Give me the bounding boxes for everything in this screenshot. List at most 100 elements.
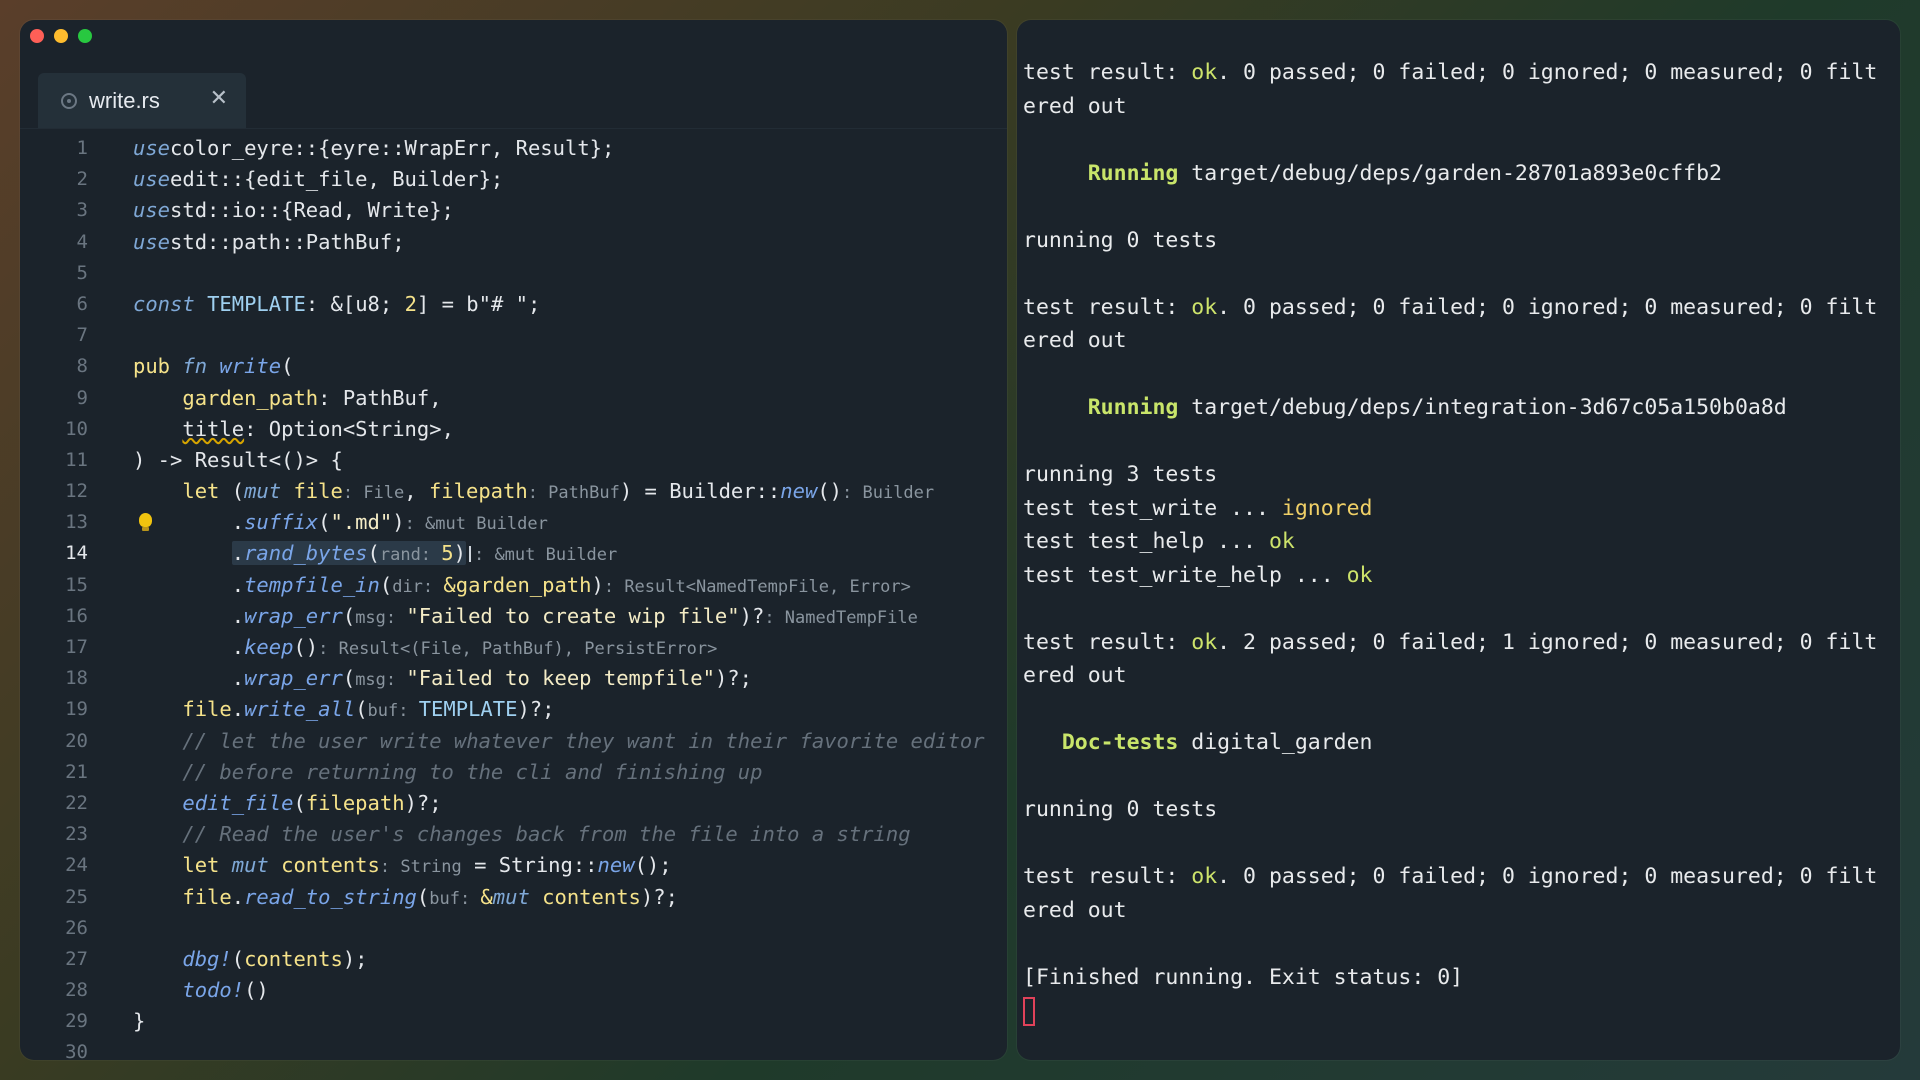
code-line[interactable]: 9 garden_path: PathBuf,	[20, 383, 1007, 414]
code-line[interactable]: 28 todo!()	[20, 975, 1007, 1006]
code-token: std::io::{Read, Write};	[170, 198, 454, 223]
code-line[interactable]: 2 useedit::{edit_file, Builder};	[20, 164, 1007, 195]
line-number: 10	[65, 417, 88, 440]
code-token: ".md"	[330, 510, 393, 535]
code-line[interactable]: 21 // before returning to the cli and fi…	[20, 757, 1007, 788]
code-line[interactable]: 7	[20, 320, 1007, 351]
code-line[interactable]: 24 let mut contents: String = String::ne…	[20, 850, 1007, 881]
code-line[interactable]: 5	[20, 258, 1007, 289]
terminal-text: test result:	[1023, 60, 1192, 85]
tab-bar: write.rs ✕	[20, 70, 1007, 129]
code-token: : &[	[305, 291, 356, 316]
code-text: }	[133, 1006, 145, 1037]
line-number: 1	[76, 137, 88, 159]
code-line[interactable]: 25 file.read_to_string(buf: &mut content…	[20, 882, 1007, 913]
code-token: )	[392, 510, 405, 535]
code-token: contents	[244, 946, 343, 971]
code-token: use	[133, 229, 171, 254]
terminal-line: [Finished running. Exit status: 0]	[1023, 961, 1894, 995]
line-number: 29	[65, 1010, 88, 1033]
status-label: Running	[1087, 160, 1179, 186]
code-token: filepath	[305, 790, 405, 815]
code-line[interactable]: 22 edit_file(filepath)?;	[20, 788, 1007, 819]
code-line[interactable]: 19 file.write_all(buf: TEMPLATE)?;	[20, 694, 1007, 725]
code-token: let	[182, 853, 232, 878]
code-text: let mut contents: String = String::new()…	[133, 850, 671, 883]
code-token: TEMPLATE	[418, 697, 518, 722]
code-token: .	[133, 635, 245, 659]
terminal-text: ered out	[1023, 663, 1127, 688]
code-token: ) = Builder::	[619, 479, 781, 504]
code-line[interactable]: 18 .wrap_err(msg: "Failed to keep tempfi…	[20, 663, 1007, 694]
terminal-text: test result:	[1023, 294, 1192, 320]
code-line[interactable]: 17 .keep(): Result<(File, PathBuf), Pers…	[20, 632, 1007, 663]
code-token: mut	[231, 853, 269, 878]
code-line[interactable]: 13 .suffix(".md"): &mut Builder	[20, 507, 1007, 538]
code-token: tempfile_in	[244, 572, 380, 597]
code-text: dbg!(contents);	[133, 944, 367, 975]
close-icon[interactable]: ✕	[210, 86, 228, 111]
terminal-window[interactable]: test result: ok . 0 passed; 0 failed; 0 i…	[1017, 20, 1900, 1060]
code-token: .	[133, 572, 245, 597]
code-line[interactable]: 12 let (mut file: File, filepath: PathBu…	[20, 476, 1007, 507]
line-number: 19	[65, 698, 88, 721]
code-token: : &mut Builder	[404, 514, 548, 535]
code-line[interactable]: 3 usestd::io::{Read, Write};	[20, 195, 1007, 226]
code-line[interactable]: 6 const TEMPLATE: &[u8; 2] = b"# ";	[20, 289, 1007, 320]
code-text: edit_file(filepath)?;	[133, 788, 441, 819]
code-token: 5	[441, 541, 454, 566]
code-line[interactable]: 29}	[20, 1006, 1007, 1037]
terminal-text: . 0 passed; 0 failed; 0 ignored; 0 measu…	[1217, 294, 1878, 320]
text-cursor-icon	[468, 546, 471, 563]
status-ok: ok	[1268, 529, 1295, 554]
code-line[interactable]: 16 .wrap_err(msg: "Failed to create wip …	[20, 601, 1007, 632]
tab-write-rs[interactable]: write.rs ✕	[38, 73, 246, 128]
code-token: )?;	[714, 666, 752, 691]
code-token: file	[293, 479, 343, 504]
code-line[interactable]: 20 // let the user write whatever they w…	[20, 726, 1007, 757]
code-line[interactable]: 30	[20, 1037, 1007, 1060]
code-token: ] = b"# ";	[416, 291, 541, 316]
code-text: const TEMPLATE: &[u8; 2] = b"# ";	[133, 289, 540, 320]
code-line[interactable]: 1 usecolor_eyre::{eyre::WrapErr, Result};	[20, 133, 1007, 164]
line-number: 24	[65, 854, 88, 877]
code-line[interactable]: 8 pub fn write(	[20, 351, 1007, 382]
code-token: buf:	[367, 701, 419, 722]
terminal-line: Running target/debug/deps/garden-28701a8…	[1023, 157, 1894, 191]
close-window-button[interactable]	[30, 29, 44, 43]
code-line[interactable]: 15 .tempfile_in(dir: &garden_path): Resu…	[20, 570, 1007, 601]
code-token: ()	[817, 479, 842, 504]
code-line[interactable]: 14 .rand_bytes(rand: 5): &mut Builder	[20, 538, 1007, 569]
maximize-window-button[interactable]	[78, 29, 92, 43]
line-number: 28	[65, 979, 88, 1002]
code-text: .keep(): Result<(File, PathBuf), Persist…	[133, 632, 718, 665]
code-line[interactable]: 10 title: Option<String>,	[20, 414, 1007, 445]
line-number: 7	[76, 324, 88, 347]
code-token: wrap_err	[244, 603, 343, 628]
code-line[interactable]: 27 dbg!(contents);	[20, 944, 1007, 975]
code-token: use	[133, 198, 171, 223]
line-number: 11	[65, 448, 88, 471]
code-line[interactable]: 23 // Read the user's changes back from …	[20, 819, 1007, 850]
code-line[interactable]: 11) -> Result<()> {	[20, 445, 1007, 476]
code-token: .	[133, 510, 245, 535]
minimize-window-button[interactable]	[54, 29, 68, 43]
code-area[interactable]: 1 usecolor_eyre::{eyre::WrapErr, Result};…	[20, 133, 1007, 1060]
code-line[interactable]: 26	[20, 913, 1007, 944]
code-token: garden_path	[182, 385, 319, 410]
code-text: garden_path: PathBuf,	[133, 383, 441, 414]
code-line[interactable]: 4 usestd::path::PathBuf;	[20, 227, 1007, 258]
code-token: (	[342, 666, 356, 691]
terminal-text: ered out	[1023, 93, 1127, 119]
code-text: let (mut file: File, filepath: PathBuf) …	[133, 476, 934, 509]
